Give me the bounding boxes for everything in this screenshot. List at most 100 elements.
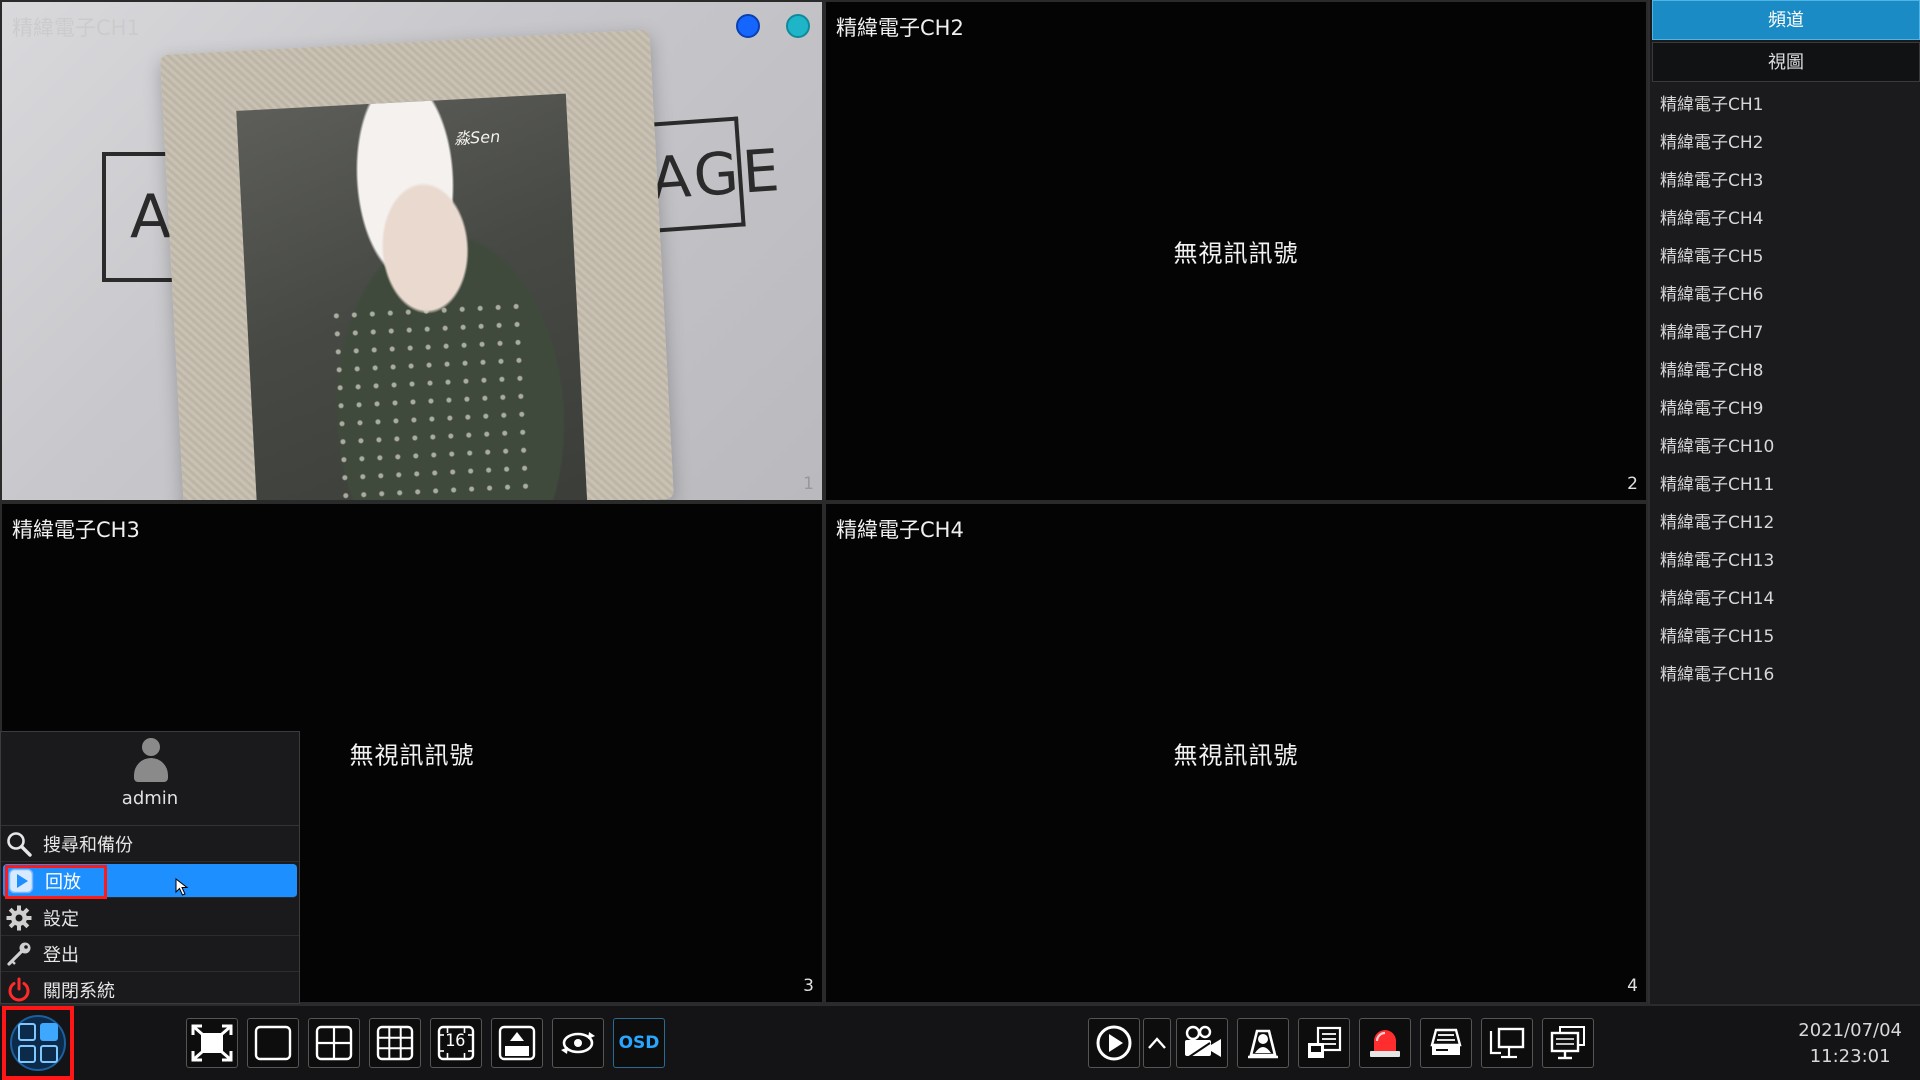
- rotate-view-icon: [561, 1032, 595, 1054]
- tab-channel[interactable]: 頻道: [1652, 0, 1920, 40]
- camera-feed-image: A GAGE 淼Sen: [2, 2, 822, 500]
- taskbar: 16 OSD 2021/07/04 11:23:01: [0, 1004, 1920, 1080]
- channel-item[interactable]: 精緯電子CH13: [1650, 542, 1920, 580]
- camera-number: 3: [803, 976, 814, 996]
- user-avatar-icon: [132, 738, 168, 784]
- layout-9-button[interactable]: [369, 1018, 421, 1068]
- audio-talk-button[interactable]: [1298, 1018, 1350, 1068]
- channel-item[interactable]: 精緯電子CH8: [1650, 352, 1920, 390]
- motion-status-icon: [786, 14, 810, 38]
- channel-item[interactable]: 精緯電子CH12: [1650, 504, 1920, 542]
- alarm-siren-icon: [1370, 1030, 1400, 1057]
- gear-icon: [5, 904, 33, 932]
- camera-tile-ch2[interactable]: 精緯電子CH2 無視訊訊號 2: [824, 0, 1648, 502]
- menu-item-shutdown[interactable]: 關閉系統: [1, 972, 299, 1008]
- menu-label: 回放: [45, 871, 81, 893]
- mouse-cursor-icon: [175, 878, 189, 896]
- system-clock: 2021/07/04 11:23:01: [1798, 1018, 1902, 1070]
- channel-item[interactable]: 精緯電子CH10: [1650, 428, 1920, 466]
- channel-item[interactable]: 精緯電子CH16: [1650, 656, 1920, 694]
- camera-title: 精緯電子CH4: [836, 518, 964, 542]
- channel-item[interactable]: 精緯電子CH2: [1650, 124, 1920, 162]
- camera-tile-ch4[interactable]: 精緯電子CH4 無視訊訊號 4: [824, 502, 1648, 1004]
- pip-button[interactable]: [491, 1018, 543, 1068]
- start-grid-icon: [10, 1015, 66, 1071]
- output-button[interactable]: [1542, 1018, 1594, 1068]
- clock-time: 11:23:01: [1809, 1046, 1891, 1067]
- hard-disk-icon: [1430, 1028, 1462, 1055]
- power-icon: [5, 976, 33, 1004]
- no-signal-text: 無視訊訊號: [1173, 741, 1299, 770]
- channel-item[interactable]: 精緯電子CH4: [1650, 200, 1920, 238]
- chevron-up-icon: [1148, 1037, 1166, 1049]
- playback-button[interactable]: [1088, 1018, 1140, 1068]
- channel-item[interactable]: 精緯電子CH6: [1650, 276, 1920, 314]
- no-signal-text: 無視訊訊號: [1173, 239, 1299, 268]
- alarm-button[interactable]: [1359, 1018, 1411, 1068]
- channel-item[interactable]: 精緯電子CH15: [1650, 618, 1920, 656]
- monitor-icon: [1550, 1026, 1585, 1060]
- layout-quad-icon: [315, 1025, 353, 1061]
- camera-number: 1: [803, 474, 814, 494]
- camera-title: 精緯電子CH2: [836, 16, 964, 40]
- playback-menu-button[interactable]: [1143, 1018, 1171, 1068]
- camera-title: 精緯電子CH1: [12, 16, 140, 40]
- channel-item[interactable]: 精緯電子CH11: [1650, 466, 1920, 504]
- snapshot-button[interactable]: [1237, 1018, 1289, 1068]
- layout-nine-icon: [376, 1025, 414, 1061]
- channel-item[interactable]: 精緯電子CH1: [1650, 86, 1920, 124]
- video-camera-icon: [1185, 1025, 1221, 1060]
- disk-status-button[interactable]: [1420, 1018, 1472, 1068]
- osd-button[interactable]: OSD: [613, 1018, 665, 1068]
- menu-label: 設定: [43, 908, 79, 930]
- tab-view[interactable]: 視圖: [1652, 42, 1920, 82]
- fullscreen-icon: [191, 1024, 233, 1062]
- photo-signature: 淼Sen: [453, 126, 501, 149]
- record-status-icon: [736, 14, 760, 38]
- layout-1-button[interactable]: [247, 1018, 299, 1068]
- channel-list: 精緯電子CH1 精緯電子CH2 精緯電子CH3 精緯電子CH4 精緯電子CH5 …: [1650, 86, 1920, 694]
- start-menu-button[interactable]: [2, 1006, 74, 1080]
- camera-tile-ch1[interactable]: A GAGE 淼Sen 精緯電子CH1 1: [0, 0, 824, 502]
- user-name: admin: [121, 788, 179, 809]
- menu-label: 關閉系統: [43, 981, 115, 1002]
- menu-label: 搜尋和備份: [43, 834, 133, 856]
- wall-text-left: A: [130, 182, 172, 252]
- layout-4-button[interactable]: [308, 1018, 360, 1068]
- camera-title: 精緯電子CH3: [12, 518, 140, 542]
- channel-item[interactable]: 精緯電子CH9: [1650, 390, 1920, 428]
- no-signal-text: 無視訊訊號: [349, 741, 475, 770]
- key-icon: [5, 940, 33, 968]
- start-menu: admin 搜尋和備份 回放 設定 登出 關閉系統: [0, 731, 300, 1004]
- channel-panel: 頻道 視圖 精緯電子CH1 精緯電子CH2 精緯電子CH3 精緯電子CH4 精緯…: [1648, 0, 1920, 1004]
- menu-item-search-backup[interactable]: 搜尋和備份: [1, 826, 299, 862]
- network-button[interactable]: [1481, 1018, 1533, 1068]
- camera-number: 2: [1627, 474, 1638, 494]
- channel-item[interactable]: 精緯電子CH7: [1650, 314, 1920, 352]
- layout-16-button[interactable]: 16: [430, 1018, 482, 1068]
- menu-item-settings[interactable]: 設定: [1, 900, 299, 936]
- picture-in-picture-icon: [498, 1025, 536, 1061]
- sequence-button[interactable]: [552, 1018, 604, 1068]
- photo-pattern: [326, 296, 538, 500]
- layout-16-label: 16: [445, 1031, 466, 1051]
- camera-number: 4: [1627, 976, 1638, 996]
- play-icon: [7, 867, 35, 895]
- person-alert-icon: [1248, 1029, 1278, 1059]
- menu-item-logout[interactable]: 登出: [1, 936, 299, 972]
- nvr-live-view: A GAGE 淼Sen 精緯電子CH1 1 精緯電子CH2 無視訊訊號 2 精緯…: [0, 0, 1920, 1080]
- channel-item[interactable]: 精緯電子CH3: [1650, 162, 1920, 200]
- network-icon: [1489, 1027, 1525, 1059]
- manual-record-button[interactable]: [1176, 1018, 1228, 1068]
- clock-date: 2021/07/04: [1798, 1020, 1902, 1041]
- document-stack-icon: [1308, 1026, 1342, 1058]
- menu-label: 登出: [43, 944, 79, 966]
- channel-item[interactable]: 精緯電子CH14: [1650, 580, 1920, 618]
- user-info: admin: [1, 738, 299, 826]
- play-circle-icon: [1096, 1025, 1132, 1061]
- layout-single-icon: [254, 1025, 292, 1061]
- search-icon: [5, 830, 33, 858]
- channel-item[interactable]: 精緯電子CH5: [1650, 238, 1920, 276]
- menu-item-playback[interactable]: 回放: [3, 864, 297, 899]
- fullscreen-button[interactable]: [186, 1018, 238, 1068]
